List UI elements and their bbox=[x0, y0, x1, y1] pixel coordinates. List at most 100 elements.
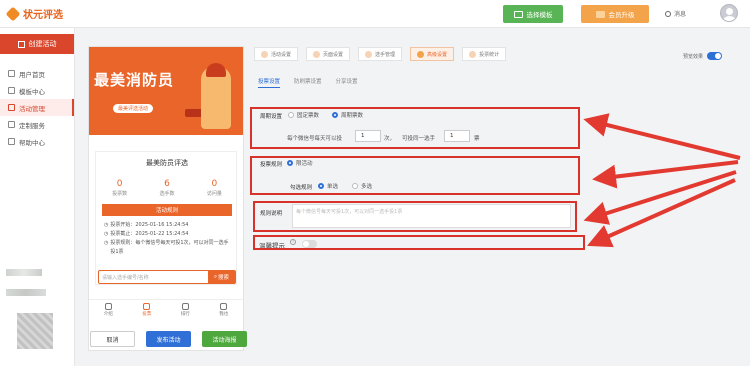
preview-switch[interactable] bbox=[707, 52, 723, 60]
template-icon bbox=[8, 87, 15, 94]
mobile-preview: 最美消防员 最美评选活动 最美防员评选 0 投票数 6 选手数 0 访问量 活动规则 … bbox=[88, 46, 244, 351]
clock-icon: ◷ bbox=[104, 222, 109, 228]
step-label: 高级设置 bbox=[427, 51, 448, 58]
sidebar-item-label: 活动管理 bbox=[19, 104, 45, 113]
message-label: 消息 bbox=[674, 11, 687, 18]
sidebar-item-templates[interactable]: 模板中心 bbox=[0, 82, 74, 99]
arrow-to-rule-desc-box bbox=[583, 170, 737, 225]
step-label: 页面设置 bbox=[323, 51, 344, 58]
stat-label: 访问量 bbox=[206, 191, 222, 197]
stat-players: 6 选手数 bbox=[143, 179, 190, 197]
template-icon bbox=[513, 10, 523, 18]
stat-value: 6 bbox=[164, 179, 170, 189]
sidebar-item-home[interactable]: 用户首页 bbox=[0, 65, 74, 82]
annotation-box-rule-desc bbox=[253, 201, 577, 232]
step-activity-settings[interactable]: 活动设置 bbox=[254, 47, 299, 61]
preview-toggle-label: 预览效果 bbox=[683, 53, 704, 60]
vote-end-text: 投票截止：2025-01-22 15:24:54 bbox=[110, 231, 189, 237]
vip-icon bbox=[595, 10, 605, 18]
step-player-management[interactable]: 选手管理 bbox=[358, 47, 403, 61]
activity-icon bbox=[8, 104, 15, 111]
activity-title: 最美防员评选 bbox=[146, 159, 188, 167]
preview-tabbar: 介绍 投票 排行 我也 bbox=[89, 299, 243, 321]
vip-upgrade-label: 会员升级 bbox=[608, 11, 635, 19]
user-avatar[interactable] bbox=[720, 4, 738, 22]
sidebar-item-help[interactable]: 帮助中心 bbox=[0, 133, 74, 150]
search-button[interactable]: ⌕ 搜索 bbox=[208, 271, 235, 283]
tab-anti-fraud-settings[interactable]: 防刷票设置 bbox=[294, 77, 322, 88]
vip-upgrade-button[interactable]: 会员升级 bbox=[581, 5, 649, 23]
step-page-settings[interactable]: 页面设置 bbox=[306, 47, 351, 61]
step-advanced-settings[interactable]: 高级设置 bbox=[410, 47, 455, 61]
sidebar-item-label: 用户首页 bbox=[19, 70, 45, 79]
logo-text: 状元评选 bbox=[23, 10, 63, 21]
blurred-contact-info bbox=[6, 269, 42, 276]
tab-label: 我也 bbox=[219, 312, 229, 317]
app-logo[interactable]: 状元评选 bbox=[5, 6, 63, 21]
select-template-label: 选择模板 bbox=[526, 11, 553, 19]
arrow-to-vote-rule-box bbox=[592, 160, 739, 189]
sidebar-item-custom-service[interactable]: 定制服务 bbox=[0, 116, 74, 133]
footer-buttons: 取消 发布活动 活动海报 bbox=[90, 331, 247, 347]
activity-stats: 0 投票数 6 选手数 0 访问量 bbox=[96, 179, 238, 197]
select-template-button[interactable]: 选择模板 bbox=[503, 5, 563, 23]
step-icon bbox=[417, 50, 425, 58]
tab-vote[interactable]: 投票 bbox=[128, 300, 167, 321]
create-activity-button[interactable]: 创建活动 bbox=[0, 34, 74, 54]
sidebar-item-label: 定制服务 bbox=[19, 121, 45, 130]
step-icon bbox=[313, 50, 321, 58]
top-bar: 状元评选 选择模板 会员升级 消息 bbox=[0, 0, 750, 28]
step-label: 活动设置 bbox=[271, 51, 292, 58]
publish-button[interactable]: 发布活动 bbox=[146, 331, 191, 347]
preview-toggle[interactable]: 预览效果 bbox=[683, 52, 723, 60]
stat-value: 0 bbox=[211, 179, 218, 189]
step-vote-statistics[interactable]: 投票统计 bbox=[462, 47, 507, 61]
stat-label: 选手数 bbox=[159, 191, 175, 197]
cancel-button[interactable]: 取消 bbox=[90, 331, 135, 347]
sidebar-item-label: 模板中心 bbox=[19, 87, 45, 96]
annotation-box-vote-rule bbox=[250, 156, 580, 195]
sidebar-item-activities[interactable]: 活动管理 bbox=[0, 99, 74, 116]
qr-code-image bbox=[17, 313, 53, 349]
vote-start-text: 投票开始：2025-01-16 15:24:54 bbox=[110, 222, 189, 228]
search-button-label: 搜索 bbox=[218, 275, 230, 281]
info-row: ◷ 投票开始：2025-01-16 15:24:54 bbox=[104, 221, 232, 230]
me-icon bbox=[220, 303, 228, 310]
tab-ranking[interactable]: 排行 bbox=[166, 300, 205, 321]
vote-rule-text: 投票规则：每个微信号每天可投1次，可以对同一选手投1票 bbox=[110, 240, 229, 255]
tab-me[interactable]: 我也 bbox=[205, 300, 244, 321]
annotation-box-cycle bbox=[250, 107, 580, 149]
activity-card: 最美防员评选 0 投票数 6 选手数 0 访问量 活动规则 ◷ 投票开始：2025-01… bbox=[95, 151, 237, 285]
help-icon bbox=[8, 138, 15, 145]
arrow-to-cycle-box bbox=[583, 113, 741, 160]
tab-label: 介绍 bbox=[103, 312, 113, 317]
info-row: ◷ 投票截止：2025-01-22 15:24:54 bbox=[104, 230, 232, 239]
tab-intro[interactable]: 介绍 bbox=[89, 300, 128, 321]
logo-icon bbox=[5, 6, 21, 21]
arrow-to-reminder-box bbox=[587, 178, 736, 248]
step-icon bbox=[469, 50, 477, 58]
step-label: 选手管理 bbox=[375, 51, 396, 58]
sidebar-nav: 用户首页 模板中心 活动管理 定制服务 帮助中心 bbox=[0, 65, 74, 150]
poster-button[interactable]: 活动海报 bbox=[202, 331, 247, 347]
tab-label: 排行 bbox=[180, 312, 190, 317]
firefighter-illustration bbox=[201, 63, 231, 129]
create-activity-label: 创建活动 bbox=[28, 40, 57, 48]
tab-share-settings[interactable]: 分享设置 bbox=[336, 77, 358, 88]
ranking-icon bbox=[181, 303, 189, 310]
message-link[interactable]: 消息 bbox=[665, 9, 686, 18]
sidebar-item-label: 帮助中心 bbox=[19, 138, 45, 147]
step-label: 投票统计 bbox=[479, 51, 500, 58]
vote-icon bbox=[143, 303, 151, 310]
search-input[interactable]: 请输入选手编号/名称 bbox=[102, 274, 149, 281]
create-icon bbox=[17, 40, 25, 48]
preview-search-bar: 请输入选手编号/名称 ⌕ 搜索 bbox=[98, 270, 236, 284]
activity-rules-button[interactable]: 活动规则 bbox=[102, 204, 232, 216]
preview-banner: 最美消防员 最美评选活动 bbox=[89, 47, 243, 135]
clock-icon: ◷ bbox=[104, 231, 109, 237]
annotation-box-reminder bbox=[253, 235, 585, 250]
stat-label: 投票数 bbox=[112, 191, 128, 197]
tab-vote-settings[interactable]: 投票设置 bbox=[258, 77, 281, 88]
intro-icon bbox=[104, 303, 112, 310]
step-icon bbox=[365, 50, 373, 58]
